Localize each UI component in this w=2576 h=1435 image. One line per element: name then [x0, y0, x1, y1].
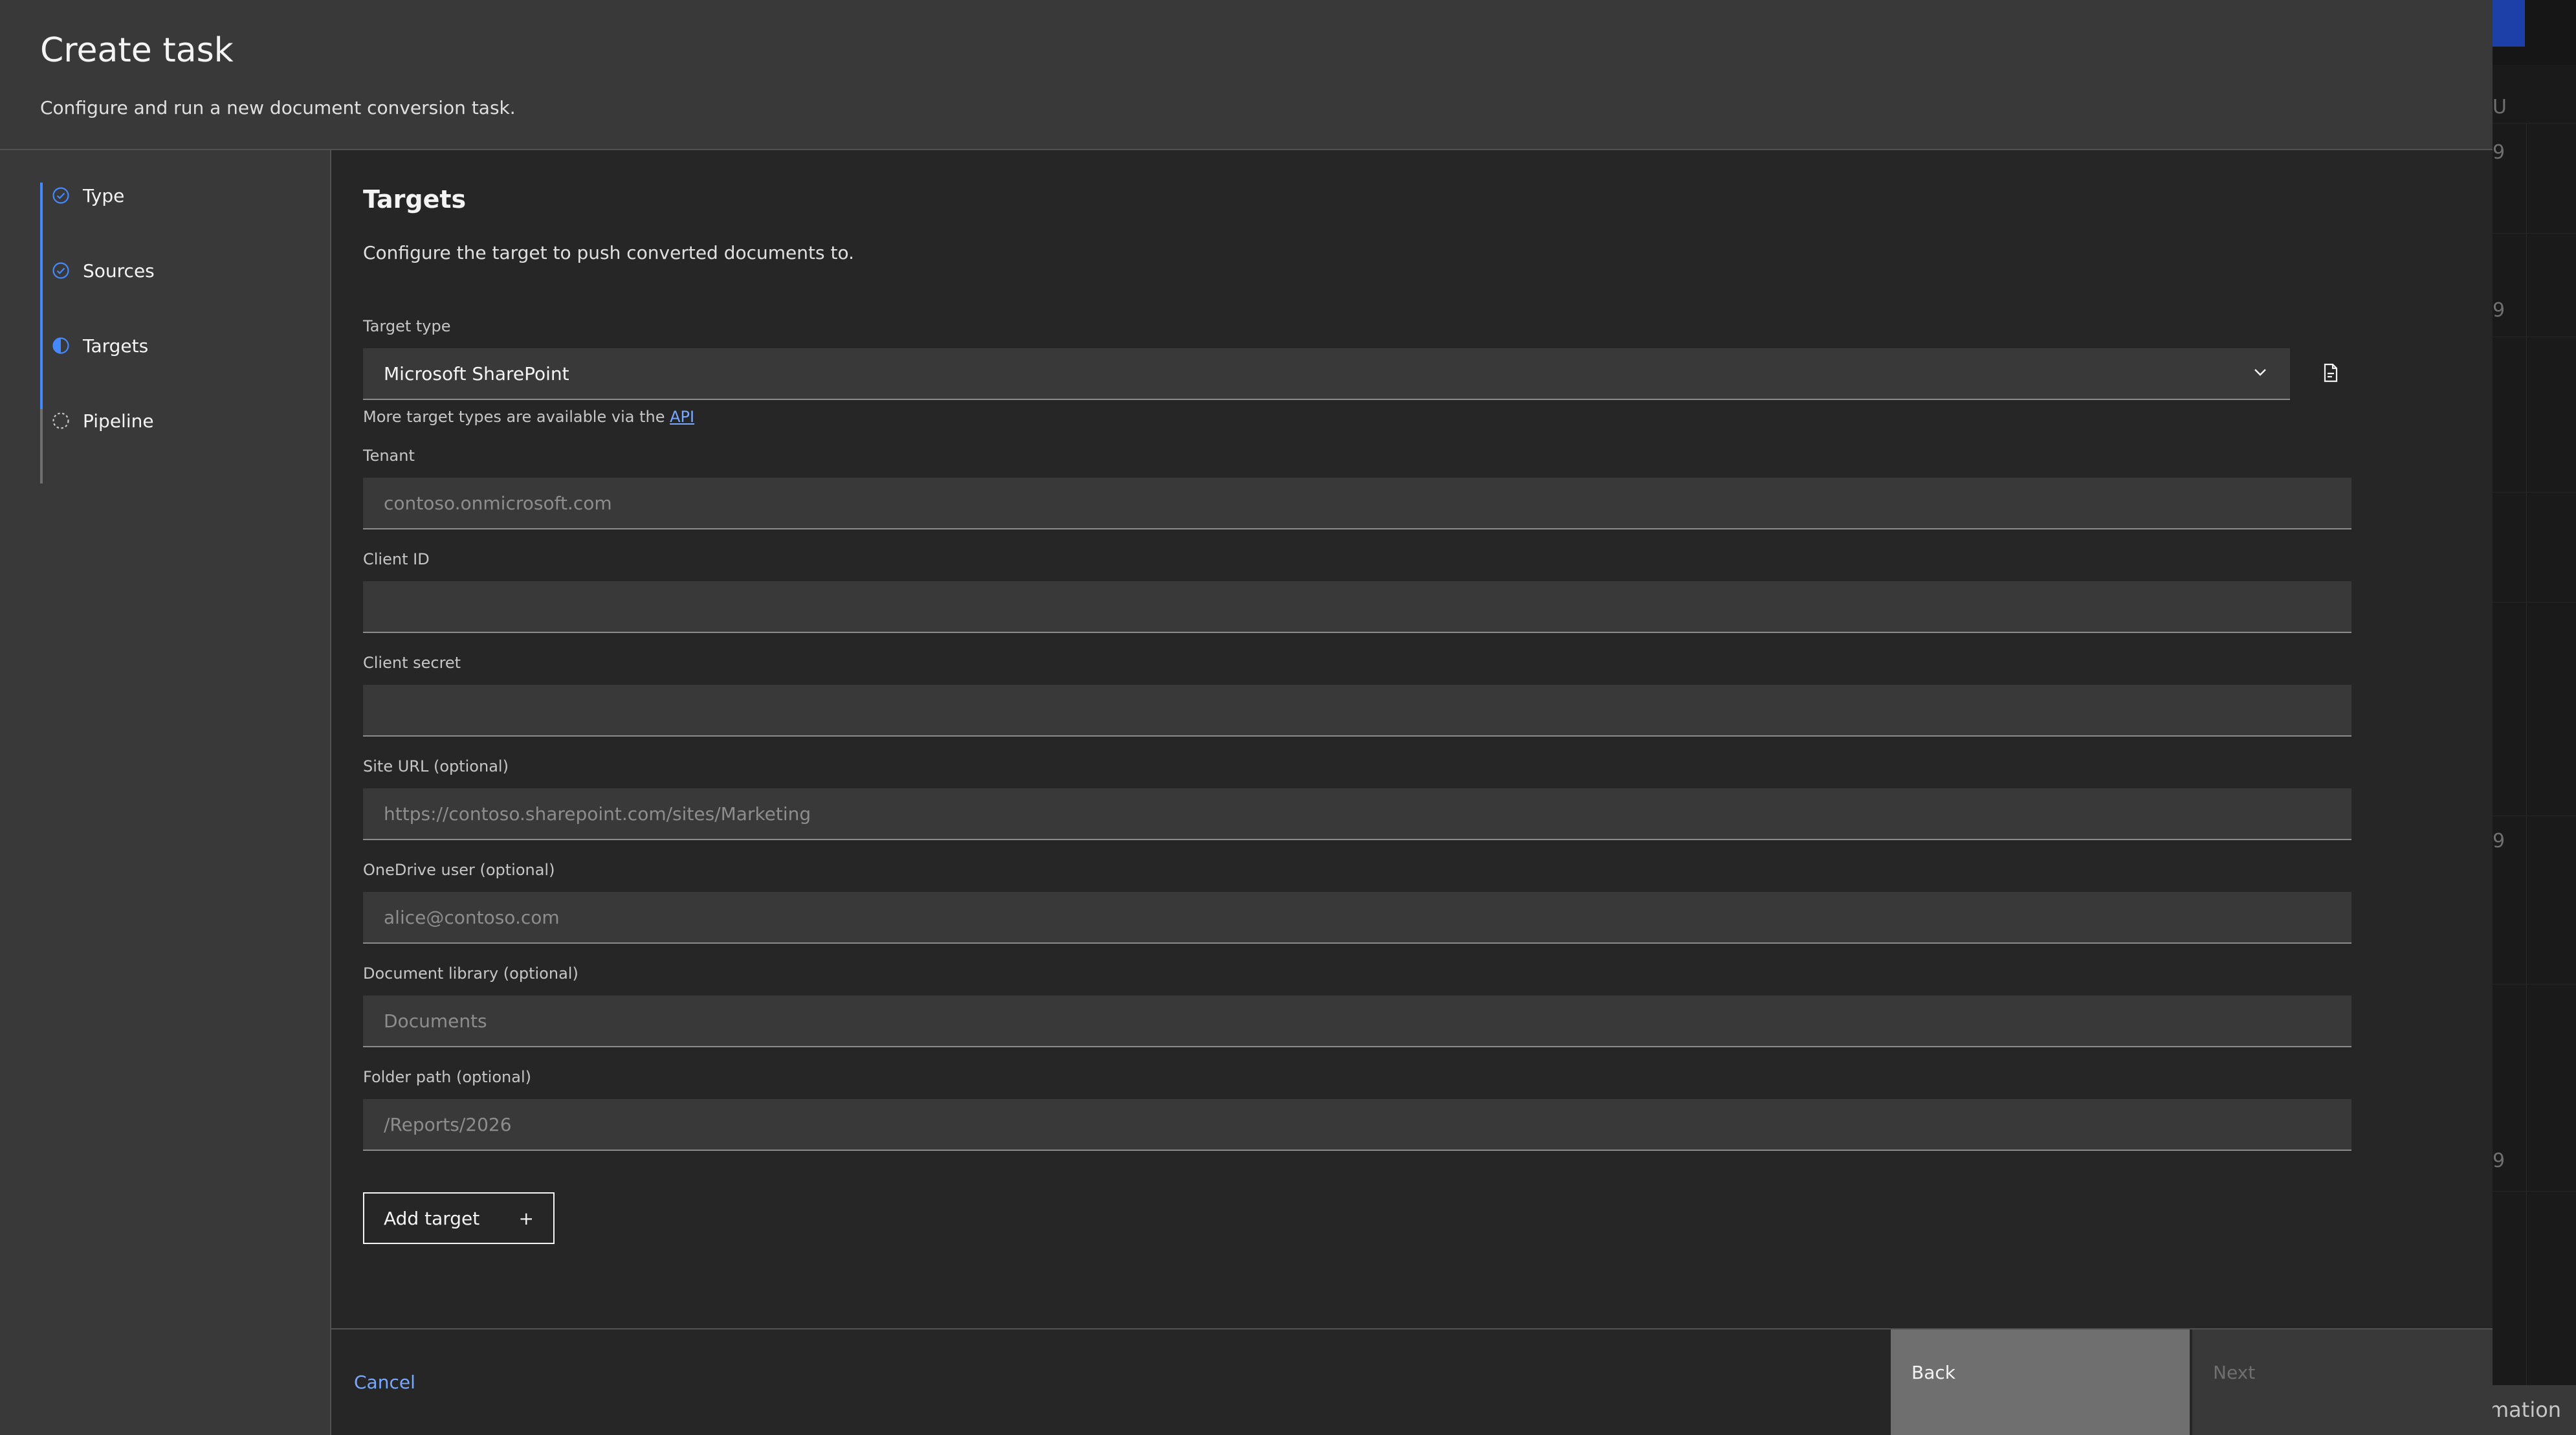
site-url-label: Site URL (optional): [363, 757, 509, 775]
modal-header: Create task Configure and run a new docu…: [0, 0, 2493, 150]
client-secret-input[interactable]: [363, 685, 2351, 737]
target-type-value: Microsoft SharePoint: [384, 362, 569, 384]
modal-title: Create task: [40, 31, 234, 70]
add-target-button[interactable]: Add target +: [363, 1192, 555, 1244]
background-row-divider: [2493, 492, 2576, 493]
background-row-divider: [2493, 123, 2576, 124]
modal-content: Targets Configure the target to push con…: [331, 150, 2493, 1328]
modal-subtitle: Configure and run a new document convers…: [40, 97, 516, 118]
helper-text: More target types are available via the: [363, 408, 665, 426]
step-label: Pipeline: [83, 410, 154, 432]
back-button[interactable]: Back: [1891, 1329, 2190, 1435]
folder-path-label: Folder path (optional): [363, 1068, 531, 1086]
step-label: Targets: [83, 335, 149, 357]
chevron-down-icon: [2251, 363, 2269, 384]
tenant-input[interactable]: [363, 478, 2351, 529]
document-library-label: Document library (optional): [363, 964, 578, 983]
background-column-letter: 9: [2493, 1150, 2505, 1172]
background-app: U 9 9 9 9 mation: [2493, 0, 2576, 1435]
background-column-letter: 9: [2493, 299, 2505, 322]
progress-steps: Type Sources Targets Pipeline: [0, 150, 331, 1435]
onedrive-user-label: OneDrive user (optional): [363, 861, 555, 879]
document-library-input[interactable]: [363, 996, 2351, 1047]
add-icon: +: [518, 1207, 534, 1229]
step-label: Sources: [83, 260, 155, 282]
target-type-helper: More target types are available via the …: [363, 408, 694, 426]
background-row-divider: [2493, 602, 2576, 603]
folder-path-input[interactable]: [363, 1099, 2351, 1151]
background-column-letter: 9: [2493, 830, 2505, 852]
onedrive-user-input[interactable]: [363, 892, 2351, 944]
step-sources[interactable]: Sources: [52, 251, 155, 290]
add-target-label: Add target: [384, 1207, 480, 1229]
progress-rail-active: [40, 183, 43, 409]
background-row-divider: [2493, 1191, 2576, 1192]
document-info-button[interactable]: [2305, 348, 2357, 400]
step-label: Type: [83, 184, 125, 206]
step-type[interactable]: Type: [52, 176, 124, 215]
section-description: Configure the target to push converted d…: [363, 242, 854, 263]
document-icon: [2321, 362, 2340, 386]
incomplete-half-icon: [52, 337, 70, 355]
checkmark-outline-icon: [52, 261, 70, 280]
client-secret-label: Client secret: [363, 654, 461, 672]
tenant-label: Tenant: [363, 447, 415, 465]
client-id-label: Client ID: [363, 550, 430, 568]
site-url-input[interactable]: [363, 788, 2351, 840]
modal-footer: Cancel Back Next: [331, 1328, 2493, 1435]
circle-dash-icon: [52, 412, 70, 430]
background-column-letter: U: [2493, 96, 2507, 118]
cancel-button[interactable]: Cancel: [354, 1329, 415, 1435]
background-grid-line: [2526, 123, 2527, 1385]
section-title: Targets: [363, 185, 467, 214]
checkmark-outline-icon: [52, 186, 70, 205]
background-footer-text: mation: [2493, 1385, 2576, 1435]
step-targets[interactable]: Targets: [52, 326, 148, 365]
create-task-modal: Create task Configure and run a new docu…: [0, 0, 2493, 1435]
target-type-dropdown[interactable]: Microsoft SharePoint: [363, 348, 2290, 400]
background-table: [2493, 65, 2576, 1385]
step-pipeline[interactable]: Pipeline: [52, 401, 154, 440]
client-id-input[interactable]: [363, 581, 2351, 633]
background-column-letter: 9: [2493, 141, 2505, 164]
next-button[interactable]: Next: [2192, 1329, 2493, 1435]
api-link[interactable]: API: [670, 408, 694, 426]
target-type-label: Target type: [363, 317, 451, 335]
background-row-divider: [2493, 233, 2576, 234]
background-primary-button: [2493, 0, 2525, 47]
